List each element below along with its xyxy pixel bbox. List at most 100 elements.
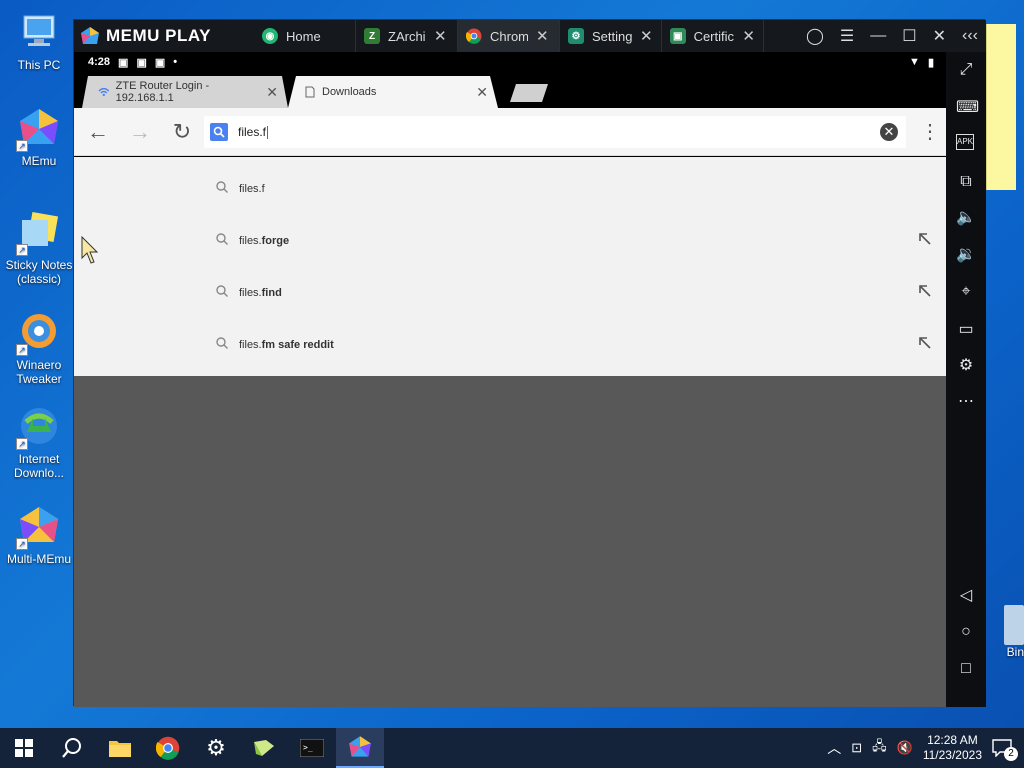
close-window-icon[interactable]: ✕ xyxy=(933,26,946,46)
memu-tab-label: Certific xyxy=(693,28,735,44)
desktop-icon-this-pc[interactable]: This PC xyxy=(2,10,76,72)
location-icon[interactable]: ⌖ xyxy=(956,282,976,302)
chrome-icon xyxy=(156,736,180,760)
close-icon[interactable]: ✕ xyxy=(742,27,755,45)
memu-tab-label: ZArchi xyxy=(388,28,426,44)
notification-count-badge: 2 xyxy=(1004,747,1018,761)
home-app-icon: ◉ xyxy=(262,28,278,44)
memu-app-icon: ↗ xyxy=(16,106,62,152)
memu-brand: MEMU PLAY xyxy=(106,26,211,45)
desktop-icon-winaero-tweaker[interactable]: ↗ Winaero Tweaker xyxy=(2,310,76,386)
settings-app-icon: ⚙ xyxy=(568,28,584,44)
close-icon[interactable]: ✕ xyxy=(640,27,653,45)
terminal-icon: >_ xyxy=(300,739,324,757)
chevron-up-icon[interactable]: ︿ xyxy=(827,738,841,758)
android-back-icon[interactable]: ◁ xyxy=(956,586,976,606)
search-button[interactable] xyxy=(48,728,96,768)
settings-icon[interactable]: ⚙ xyxy=(956,356,976,376)
chrome-tab-downloads[interactable]: Downloads ✕ xyxy=(288,76,498,108)
memu-app-icon xyxy=(349,736,371,757)
omnibox[interactable]: files.f ✕ xyxy=(204,116,906,148)
menu-icon[interactable]: ☰ xyxy=(840,26,854,46)
tray-app-icon[interactable]: ⊡ xyxy=(851,740,862,756)
suggestion-text: files.fm safe reddit xyxy=(239,339,334,351)
multi-window-icon[interactable]: ⧉ xyxy=(956,172,976,192)
suggestion-item[interactable]: files.find xyxy=(74,267,946,319)
android-home-icon[interactable]: ○ xyxy=(956,622,976,642)
start-button[interactable] xyxy=(0,728,48,768)
android-status-bar: 4:28 ▣ ▣ ▣ • ▼ ▮ xyxy=(74,52,946,72)
chrome-menu-button[interactable]: ⋮ xyxy=(920,120,940,144)
refine-arrow-icon[interactable] xyxy=(918,336,932,350)
notification-icon: ▣ xyxy=(118,56,129,69)
shortcut-arrow-icon: ↗ xyxy=(16,244,28,256)
memu-tab-label: Home xyxy=(286,28,321,44)
new-tab-button[interactable] xyxy=(510,84,548,102)
apk-install-icon[interactable]: APK xyxy=(956,134,974,150)
volume-up-icon[interactable]: 🔈 xyxy=(956,208,976,228)
terminal-taskbar-button[interactable]: >_ xyxy=(288,728,336,768)
maximize-icon[interactable]: ☐ xyxy=(902,26,916,46)
memu-taskbar-button[interactable] xyxy=(336,728,384,768)
fullscreen-icon[interactable]: ⤢ xyxy=(956,60,976,80)
memu-tab-certificate[interactable]: ▣ Certific ✕ xyxy=(662,20,764,52)
sticky-note-window[interactable] xyxy=(986,24,1016,190)
computer-icon xyxy=(16,10,62,56)
omnibox-input[interactable]: files.f xyxy=(238,125,269,140)
desktop-icon-memu[interactable]: ↗ MEmu xyxy=(2,106,76,168)
clock-date: 11/23/2023 xyxy=(922,748,982,762)
desktop-icon-multi-memu[interactable]: ↗ Multi-MEmu xyxy=(2,504,76,566)
close-tab-icon[interactable]: ✕ xyxy=(476,84,488,101)
recycle-bin-icon xyxy=(1004,605,1024,645)
refine-arrow-icon[interactable] xyxy=(918,284,932,298)
back-button[interactable]: ← xyxy=(86,120,110,144)
volume-muted-icon[interactable]: 🔇 xyxy=(897,740,913,756)
system-tray: ︿ ⊡ 🖧 🔇 12:28 AM 11/23/2023 2 xyxy=(827,733,1024,763)
search-icon xyxy=(216,233,228,245)
keyboard-icon[interactable]: ⌨ xyxy=(956,98,979,118)
desktop-icon-label: This PC xyxy=(17,58,61,72)
action-center-button[interactable]: 2 xyxy=(992,739,1018,761)
clear-input-button[interactable]: ✕ xyxy=(880,123,898,141)
memu-sidebar: ⤢ ⌨ APK ⧉ 🔈 🔉 ⌖ ▭ ⚙ ⋯ ◁ ○ □ xyxy=(946,52,986,707)
network-icon[interactable]: 🖧 xyxy=(872,737,887,759)
chrome-tab-zte-router[interactable]: ZTE Router Login - 192.168.1.1 ✕ xyxy=(82,76,288,108)
android-recents-icon[interactable]: □ xyxy=(956,659,976,679)
clock[interactable]: 12:28 AM 11/23/2023 xyxy=(923,733,982,763)
more-icon[interactable]: ⋯ xyxy=(956,392,976,412)
desktop-icon-label: Multi-MEmu xyxy=(6,552,71,566)
winaero-taskbar-button[interactable] xyxy=(240,728,288,768)
forward-button[interactable]: → xyxy=(128,120,152,144)
chrome-taskbar-button[interactable] xyxy=(144,728,192,768)
suggestion-item[interactable]: files.f xyxy=(74,163,946,215)
search-icon xyxy=(216,337,228,349)
memu-tab-home[interactable]: ◉ Home xyxy=(254,20,356,52)
close-tab-icon[interactable]: ✕ xyxy=(266,84,278,101)
chrome-tab-title: ZTE Router Login - 192.168.1.1 xyxy=(115,80,210,104)
volume-down-icon[interactable]: 🔉 xyxy=(956,245,976,265)
page-content-overlay[interactable] xyxy=(74,376,946,707)
text-caret xyxy=(267,126,269,140)
collapse-sidebar-icon[interactable]: ‹‹‹ xyxy=(962,27,978,45)
suggestion-item[interactable]: files.fm safe reddit xyxy=(74,319,946,371)
memu-tab-zarchiver[interactable]: Z ZArchi ✕ xyxy=(356,20,458,52)
account-icon[interactable]: ◯ xyxy=(806,26,824,46)
memu-tab-label: Chrom xyxy=(490,28,528,44)
file-explorer-button[interactable] xyxy=(96,728,144,768)
reload-button[interactable]: ↻ xyxy=(170,120,194,144)
suggestion-item[interactable]: files.forge xyxy=(74,215,946,267)
refine-arrow-icon[interactable] xyxy=(918,232,932,246)
desktop-icon-label: Internet Downlo... xyxy=(13,452,65,480)
desktop-icon-sticky-notes[interactable]: ↗ Sticky Notes (classic) xyxy=(2,210,76,286)
shortcut-arrow-icon: ↗ xyxy=(16,538,28,550)
minimize-icon[interactable]: — xyxy=(870,27,886,45)
settings-taskbar-button[interactable]: ⚙ xyxy=(192,728,240,768)
desktop-icon-label: Winaero Tweaker xyxy=(16,358,62,386)
close-icon[interactable]: ✕ xyxy=(434,27,447,45)
close-icon[interactable]: ✕ xyxy=(536,27,549,45)
folder-icon[interactable]: ▭ xyxy=(956,320,976,340)
desktop-icon-internet-download-manager[interactable]: ↗ Internet Downlo... xyxy=(2,404,76,480)
memu-tab-settings[interactable]: ⚙ Setting ✕ xyxy=(560,20,662,52)
winaero-tweaker-icon: ↗ xyxy=(16,310,62,356)
memu-tab-chrome[interactable]: Chrom ✕ xyxy=(458,20,560,52)
